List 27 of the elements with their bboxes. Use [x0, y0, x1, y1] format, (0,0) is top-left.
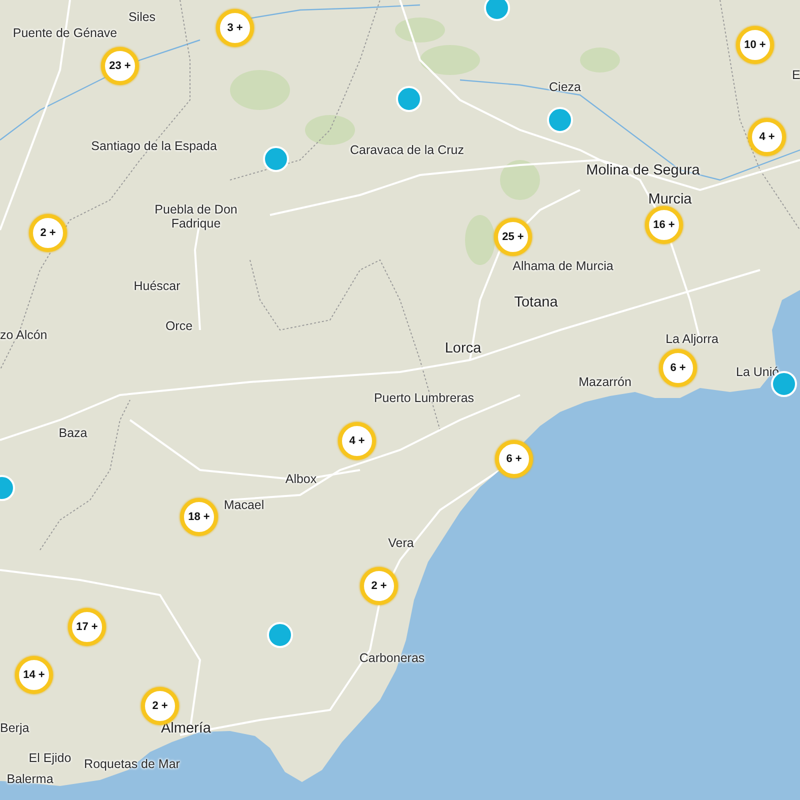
place-label: La Aljorra	[666, 332, 718, 346]
place-label: Murcia	[648, 192, 692, 208]
place-label: Puente de Génave	[12, 26, 118, 40]
place-label: E	[792, 68, 800, 82]
place-label: Alhama de Murcia	[512, 258, 614, 274]
place-label: Puerto Lumbreras	[374, 390, 474, 406]
place-label: Baza	[58, 426, 88, 440]
place-label: Berja	[0, 720, 30, 736]
place-label: Santiago de la Espada	[91, 138, 217, 154]
place-label: Balerma	[6, 772, 54, 786]
place-label: Totana	[514, 294, 558, 312]
place-label: El Ejido	[28, 750, 72, 766]
place-label: Cieza	[549, 80, 581, 94]
place-label: zo Alcón	[0, 328, 48, 342]
place-label: Lorca	[444, 340, 482, 358]
place-label: Carboneras	[359, 650, 425, 666]
place-label: Mazarrón	[578, 374, 632, 390]
place-label: Albox	[285, 472, 317, 486]
place-label: Roquetas de Mar	[84, 756, 180, 772]
place-label: Siles	[128, 10, 156, 24]
place-label: Molina de Segura	[586, 162, 700, 180]
place-label: Caravaca de la Cruz	[350, 142, 464, 158]
place-label: Huéscar	[134, 278, 180, 294]
place-label: Puebla de Don Fadrique	[154, 202, 238, 232]
place-label: Macael	[224, 498, 264, 512]
place-label: Vera	[388, 536, 414, 550]
place-label: Orce	[165, 318, 193, 334]
